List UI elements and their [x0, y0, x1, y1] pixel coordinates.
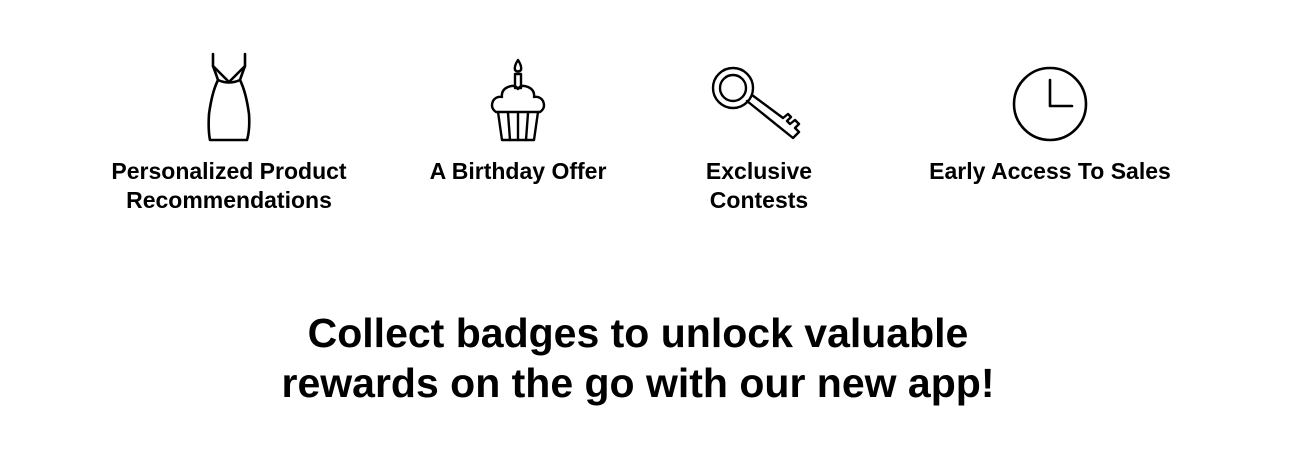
cupcake-icon [458, 40, 578, 144]
benefit-exclusive-contests: Exclusive Contests [619, 40, 899, 215]
benefit-personalized-recommendations: Personalized Product Recommendations [89, 40, 369, 215]
benefit-early-access: Early Access To Sales [910, 40, 1190, 186]
dress-icon [169, 40, 289, 144]
key-icon [699, 40, 819, 144]
promo-headline: Collect badges to unlock valuable reward… [281, 310, 995, 406]
benefit-label: Personalized Product Recommendations [111, 158, 347, 213]
benefit-label: Early Access To Sales [929, 158, 1171, 184]
clock-icon [990, 40, 1110, 144]
benefit-label: Exclusive Contests [705, 158, 813, 213]
benefit-birthday-offer: A Birthday Offer [378, 40, 658, 186]
benefit-label: A Birthday Offer [429, 158, 607, 184]
